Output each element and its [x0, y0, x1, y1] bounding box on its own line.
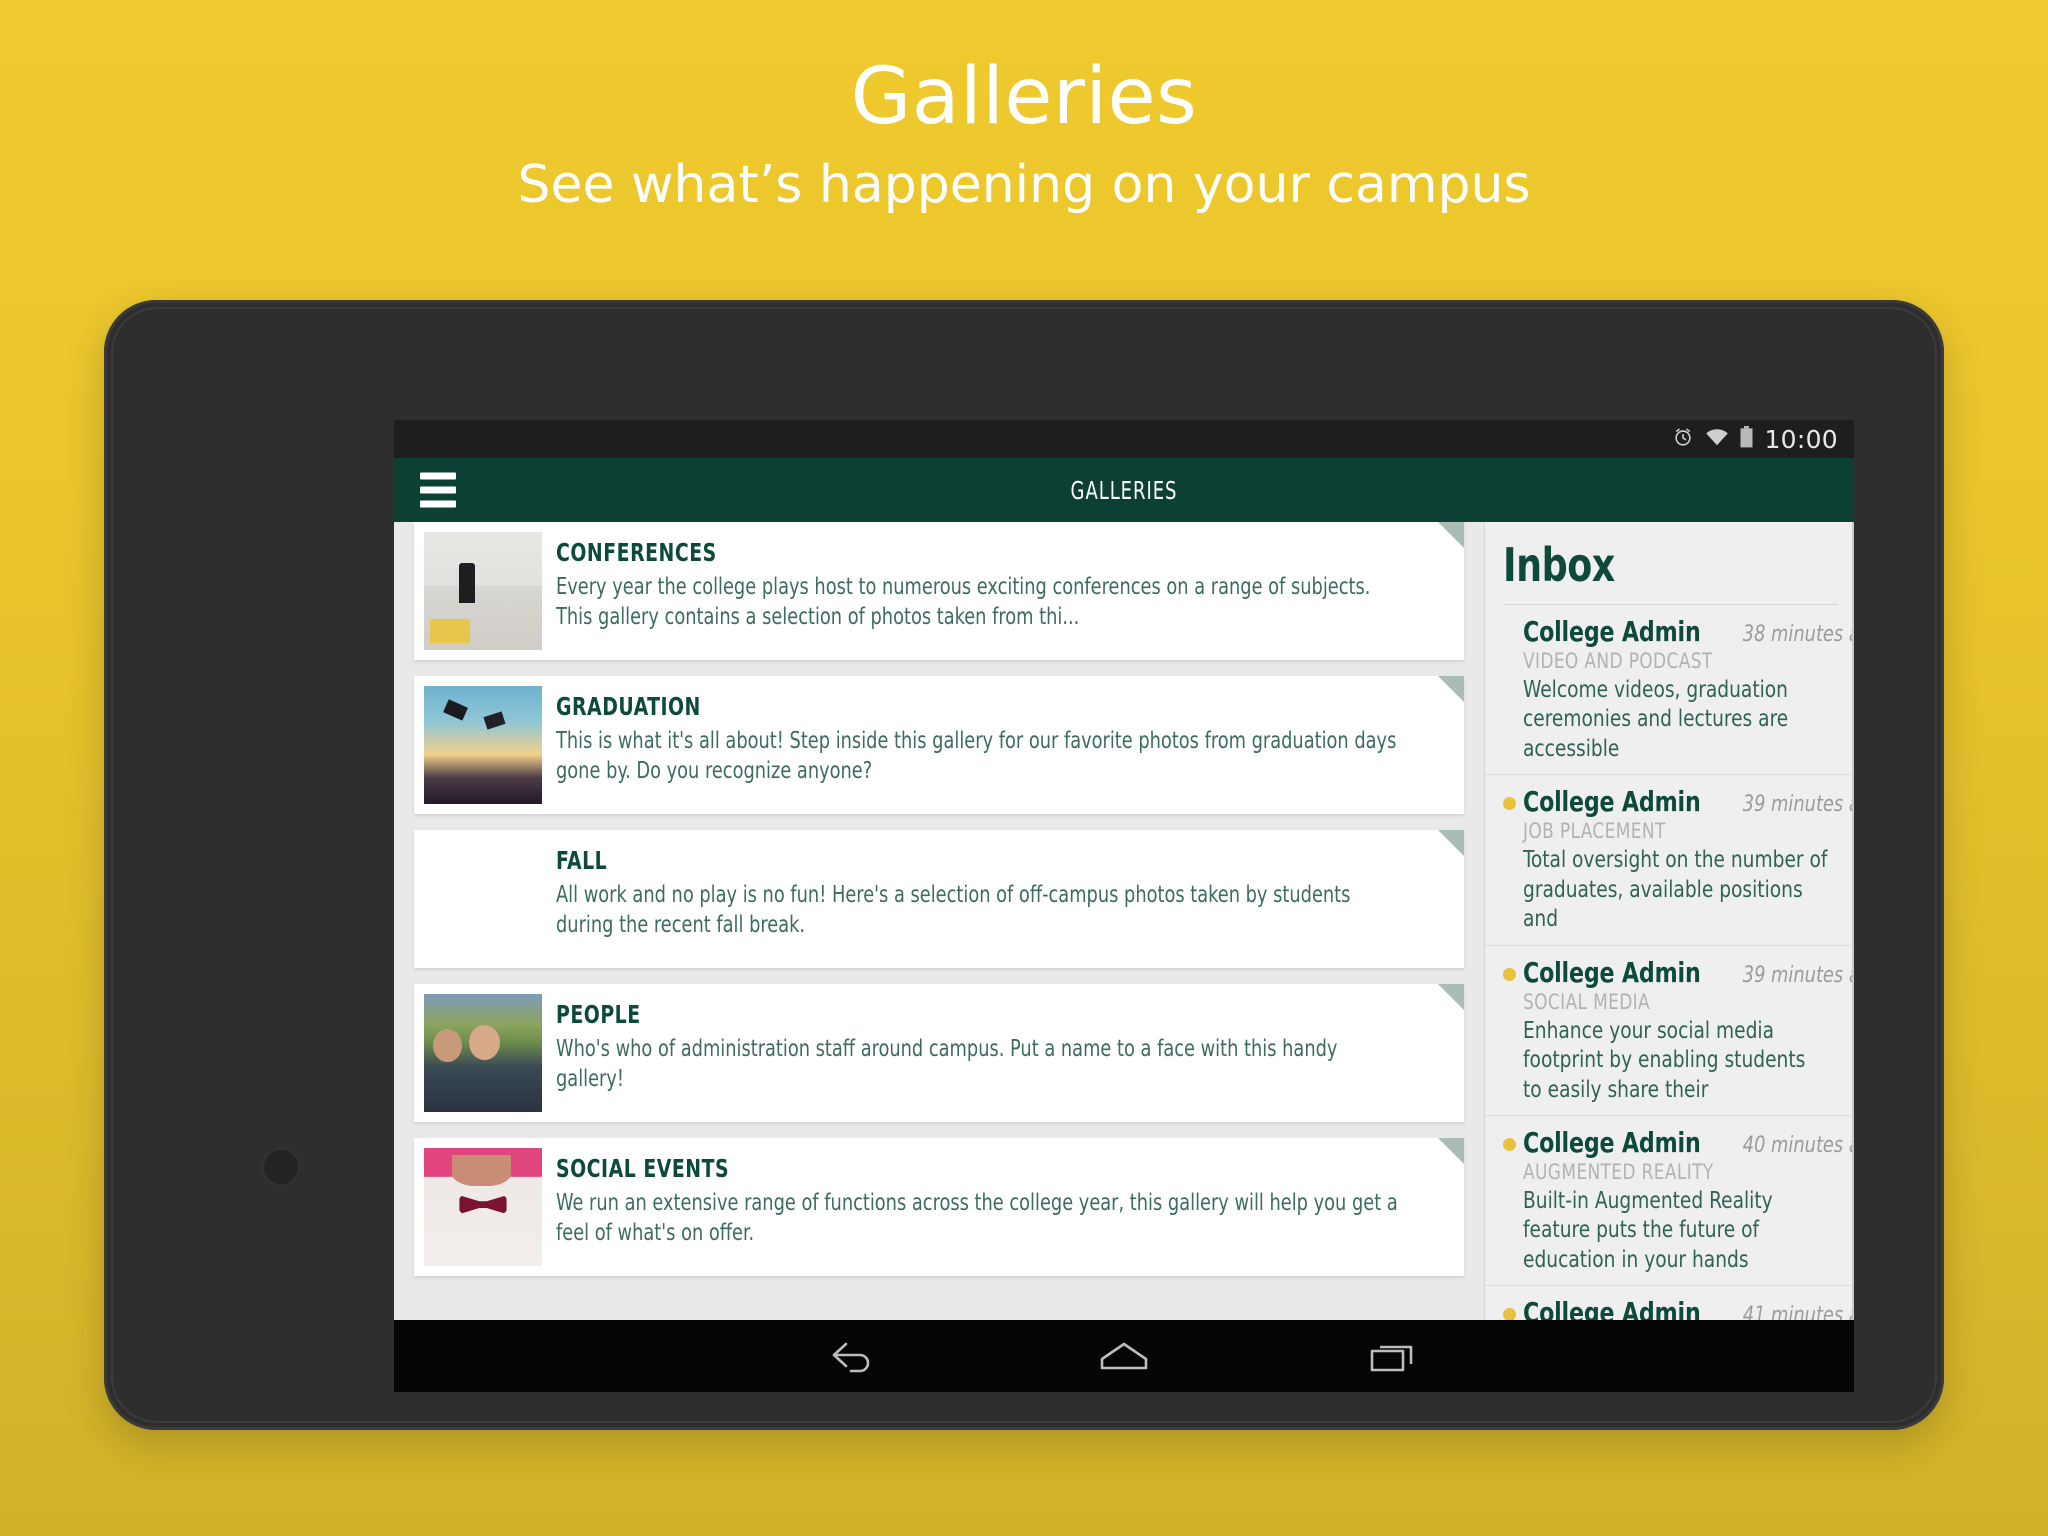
inbox-message-item[interactable]: College Admin 40 minutes ago AUGMENTED R… — [1485, 1116, 1852, 1287]
message-sender: College Admin — [1523, 955, 1701, 989]
gallery-description: All work and no play is no fun! Here's a… — [556, 882, 1351, 939]
hamburger-bar — [420, 486, 456, 494]
corner-fold-icon — [1438, 522, 1464, 548]
gallery-card[interactable]: SOCIAL EVENTS We run an extensive range … — [414, 1138, 1464, 1276]
promo-header: Galleries See what’s happening on your c… — [0, 0, 2048, 213]
gallery-title: FALL — [556, 846, 608, 875]
gallery-thumbnail — [424, 1148, 542, 1266]
unread-dot-icon — [1503, 1137, 1516, 1151]
message-sender: College Admin — [1523, 1125, 1701, 1159]
tablet-device-frame: 10:00 GALLERIES CONFERENCES Every year t… — [104, 300, 1944, 1430]
inbox-panel[interactable]: Inbox College Admin 38 minutes ago VIDEO… — [1484, 522, 1854, 1320]
corner-fold-icon — [1438, 1138, 1464, 1164]
message-category: VIDEO AND PODCAST — [1523, 649, 1713, 673]
message-sender: College Admin — [1523, 785, 1701, 819]
page-subtitle: See what’s happening on your campus — [517, 155, 1531, 215]
app-bar: GALLERIES — [394, 458, 1854, 522]
tablet-screen: 10:00 GALLERIES CONFERENCES Every year t… — [394, 420, 1854, 1320]
inbox-header: Inbox — [1485, 522, 1852, 604]
gallery-title: CONFERENCES — [556, 538, 717, 567]
message-timestamp: 41 minutes ago — [1742, 1303, 1852, 1320]
unread-dot-icon — [1503, 1308, 1516, 1320]
gallery-description: This is what it's all about! Step inside… — [556, 728, 1397, 785]
unread-dot-icon — [1503, 797, 1516, 811]
corner-fold-icon — [1438, 676, 1464, 702]
gallery-card[interactable]: FALL All work and no play is no fun! Her… — [414, 830, 1464, 968]
message-timestamp: 38 minutes ago — [1742, 622, 1852, 647]
corner-fold-icon — [1438, 830, 1464, 856]
message-timestamp: 39 minutes ago — [1742, 962, 1852, 988]
hamburger-bar — [420, 500, 456, 508]
inbox-title: Inbox — [1503, 538, 1615, 592]
app-content: CONFERENCES Every year the college plays… — [394, 522, 1854, 1320]
message-category: JOB PLACEMENT — [1523, 819, 1666, 844]
gallery-card[interactable]: GRADUATION This is what it's all about! … — [414, 676, 1464, 814]
message-preview: Built-in Augmented Reality feature puts … — [1523, 1187, 1773, 1273]
gallery-title: GRADUATION — [556, 692, 701, 721]
inbox-message-item[interactable]: College Admin 41 minutes ago SURVEY INTE… — [1485, 1286, 1852, 1320]
message-timestamp: 39 minutes ago — [1742, 792, 1852, 818]
hamburger-icon[interactable] — [420, 472, 456, 508]
gallery-card[interactable]: PEOPLE Who's who of administration staff… — [414, 984, 1464, 1122]
gallery-title: PEOPLE — [556, 1000, 641, 1029]
gallery-thumbnail — [424, 994, 542, 1112]
status-bar-clock: 10:00 — [1764, 424, 1838, 454]
message-sender: College Admin — [1523, 615, 1701, 648]
message-preview: Enhance your social media footprint by e… — [1523, 1017, 1806, 1103]
recents-icon[interactable] — [1354, 1326, 1434, 1386]
inbox-message-item[interactable]: College Admin 39 minutes ago SOCIAL MEDI… — [1485, 946, 1852, 1116]
front-camera-icon — [264, 1150, 298, 1184]
message-sender: College Admin — [1523, 1296, 1701, 1320]
hamburger-bar — [420, 472, 456, 480]
unread-dot-icon — [1503, 967, 1516, 981]
gallery-card[interactable]: CONFERENCES Every year the college plays… — [414, 522, 1464, 660]
battery-icon — [1740, 425, 1753, 453]
gallery-thumbnail — [424, 532, 542, 650]
inbox-message-item[interactable]: College Admin 38 minutes ago VIDEO AND P… — [1485, 605, 1852, 776]
message-timestamp: 40 minutes ago — [1742, 1132, 1852, 1158]
alarm-clock-icon — [1672, 426, 1694, 453]
android-status-bar: 10:00 — [394, 420, 1854, 458]
gallery-description: Every year the college plays host to num… — [556, 574, 1371, 631]
home-icon[interactable] — [1084, 1326, 1164, 1386]
wifi-icon — [1705, 427, 1729, 452]
corner-fold-icon — [1438, 984, 1464, 1010]
app-bar-title: GALLERIES — [1070, 475, 1178, 505]
inbox-message-item[interactable]: College Admin 39 minutes ago JOB PLACEME… — [1485, 775, 1852, 946]
back-icon[interactable] — [814, 1326, 894, 1386]
gallery-list[interactable]: CONFERENCES Every year the college plays… — [394, 522, 1484, 1320]
gallery-description: Who's who of administration staff around… — [556, 1036, 1338, 1093]
gallery-title: SOCIAL EVENTS — [556, 1154, 730, 1183]
message-category: SOCIAL MEDIA — [1523, 989, 1651, 1014]
gallery-description: We run an extensive range of functions a… — [556, 1190, 1398, 1247]
message-preview: Total oversight on the number of graduat… — [1523, 847, 1828, 933]
message-preview: Welcome videos, graduation ceremonies an… — [1523, 677, 1789, 762]
message-category: AUGMENTED REALITY — [1523, 1159, 1714, 1184]
android-navigation-bar — [394, 1320, 1854, 1392]
gallery-thumbnail — [424, 686, 542, 804]
page-title: Galleries — [850, 52, 1198, 142]
